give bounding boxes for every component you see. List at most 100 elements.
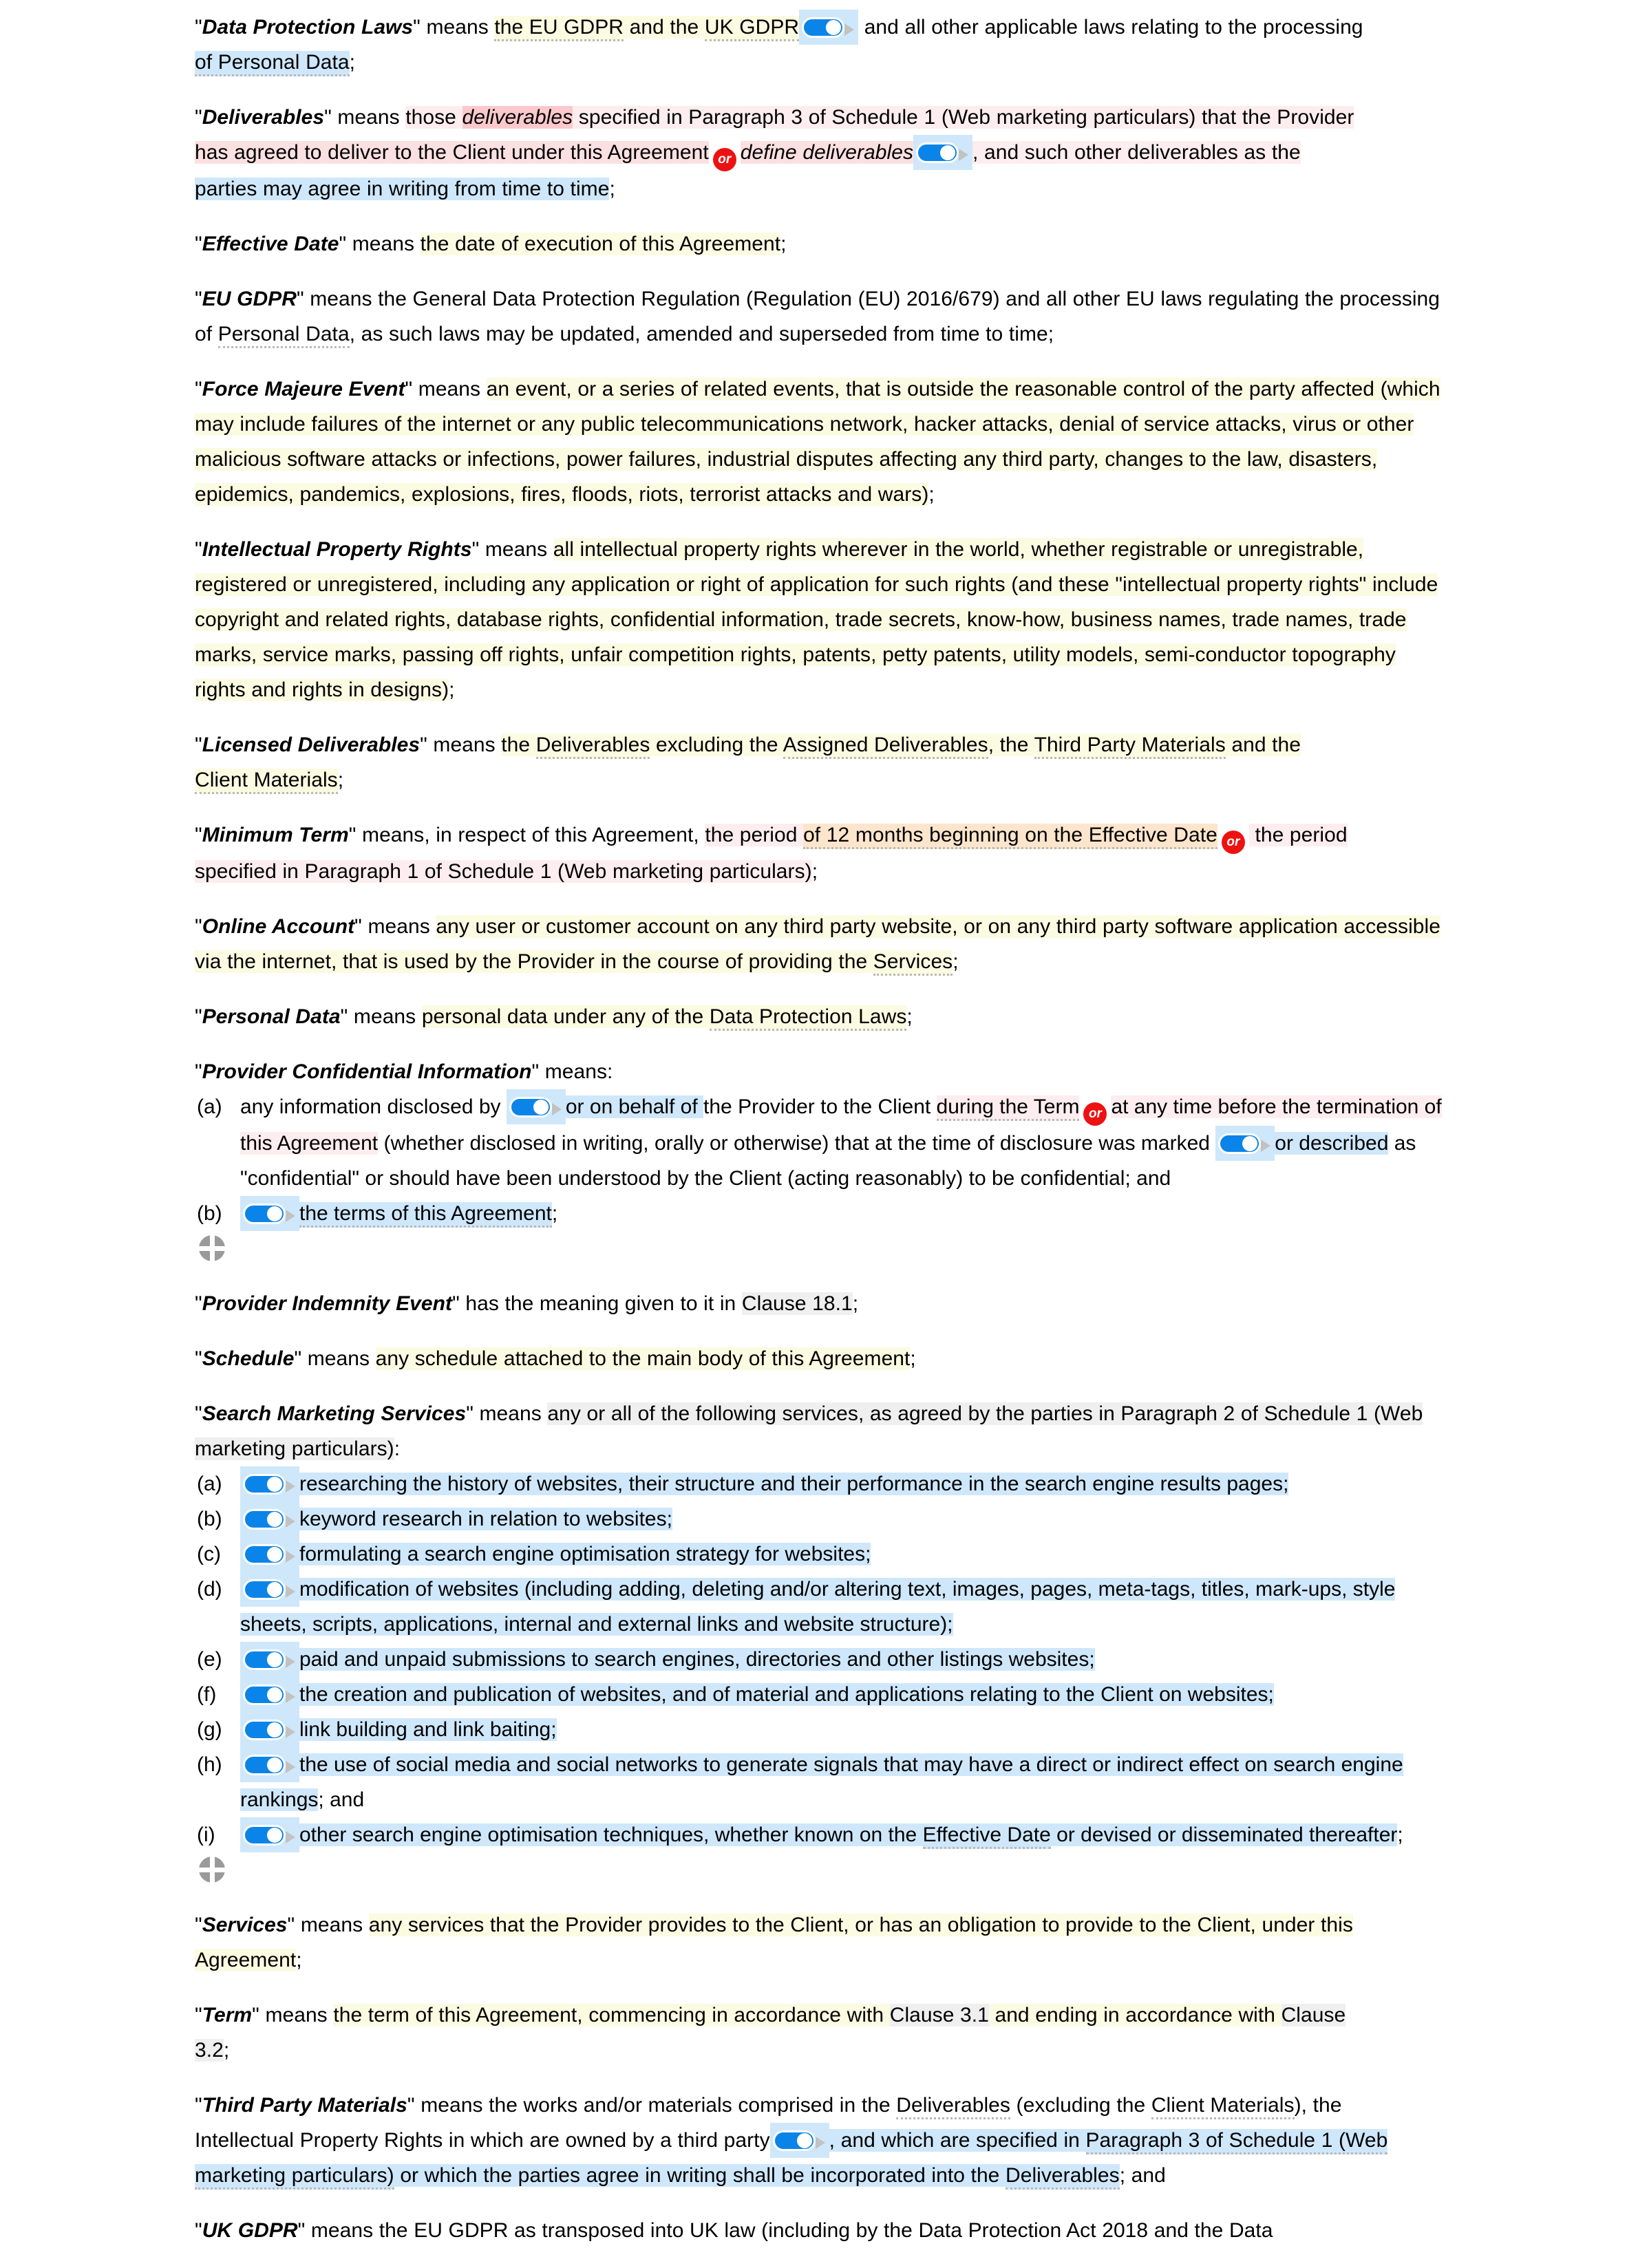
definition-text: ; (910, 1347, 916, 1370)
highlight-term-body: the term of this Agreement, commencing i… (333, 2004, 890, 2026)
toggle-switch-icon[interactable] (243, 1720, 295, 1740)
or-badge-icon[interactable]: or (712, 148, 736, 171)
highlight-paragraph-1: specified in Paragraph 1 of Schedule 1 (… (195, 860, 812, 883)
definition-text: ; (906, 1005, 913, 1028)
list-item: (b) keyword research in relation to webs… (195, 1501, 1445, 1537)
defined-term: Intellectual Property Rights (202, 538, 472, 561)
ref-deliverables-2: Deliverables (1006, 2164, 1120, 2190)
highlight-eu-gdpr: the EU GDPR (494, 16, 624, 41)
ref-clause-18-1: Clause 18.1 (741, 1292, 853, 1315)
toggle-sms-a[interactable] (240, 1466, 299, 1501)
toggle-switch-icon[interactable] (243, 1579, 295, 1600)
toggle-described[interactable] (1215, 1126, 1275, 1161)
toggle-sms-i[interactable] (240, 1817, 299, 1852)
list-item: (g) link building and link baiting; (195, 1712, 1445, 1747)
definition-text: ; (296, 1949, 302, 1971)
toggle-switch-icon[interactable] (243, 1825, 295, 1846)
definition-third-party-materials: "Third Party Materials" means the works … (195, 2088, 1445, 2193)
ref-deliverables: Deliverables (535, 734, 650, 759)
definition-text: and all other applicable laws relating t… (858, 16, 1363, 39)
list-item-body: the use of social media and social netwo… (240, 1747, 1445, 1817)
definition-text: ), the (1294, 2094, 1342, 2117)
toggle-switch-icon[interactable] (802, 17, 855, 38)
move-crosshair-icon[interactable] (199, 1235, 225, 1261)
toggle-sms-f[interactable] (240, 1677, 299, 1712)
definition-data-protection-laws: "Data Protection Laws" means the EU GDPR… (195, 10, 1445, 80)
definition-provider-confidential-information: "Provider Confidential Information" mean… (195, 1060, 613, 1083)
highlight-during-the-term: during the Term (936, 1095, 1080, 1121)
toggle-disclosed-by[interactable] (506, 1089, 566, 1124)
document-page: "Data Protection Laws" means the EU GDPR… (0, 0, 1638, 2248)
highlight-personal-data-body: personal data under any of the (421, 1005, 710, 1028)
defined-term: Search Marketing Services (202, 1402, 467, 1425)
toggle-sms-h[interactable] (240, 1747, 299, 1782)
highlight-uk-gdpr: UK GDPR (704, 16, 800, 41)
definition-text: and the (1225, 734, 1301, 756)
toggle-sms-e[interactable] (240, 1642, 299, 1677)
definition-text: ; (609, 178, 615, 200)
highlight-define-deliverables: define deliverables (740, 141, 914, 164)
ref-third-party-materials: Third Party Materials (1034, 734, 1226, 759)
definition-text: : (394, 1437, 401, 1460)
toggle-switch-icon[interactable] (243, 1755, 295, 1775)
defined-term: Services (202, 1914, 288, 1936)
definition-text: , and which are specified in (829, 2129, 1086, 2152)
definition-text: Intellectual Property Rights in which ar… (195, 2129, 770, 2152)
or-badge-icon[interactable]: or (1083, 1102, 1107, 1126)
highlight-services-body: any services that the Provider provides … (195, 1914, 1353, 1971)
toggle-dpl[interactable] (799, 10, 859, 45)
definition-text: " means (324, 106, 406, 129)
defined-term: Licensed Deliverables (202, 734, 421, 756)
defined-term: Deliverables (202, 106, 325, 129)
definition-uk-gdpr: "UK GDPR" means the EU GDPR as transpose… (195, 2219, 1273, 2242)
list-item-text: formulating a search engine optimisation… (299, 1543, 871, 1565)
list-item: (b) the terms of this Agreement; (195, 1196, 1445, 1231)
list-item-text: or devised or disseminated thereafter (1050, 1823, 1398, 1846)
ref-effective-date: Effective Date (922, 1823, 1051, 1849)
definition-text: " means (405, 378, 487, 400)
definition-text: the period (1248, 824, 1348, 846)
definition-provider-indemnity-event: "Provider Indemnity Event" has the meani… (195, 1292, 859, 1315)
search-marketing-list: (a) researching the history of websites,… (195, 1466, 1445, 1852)
or-badge-icon[interactable]: or (1221, 831, 1245, 854)
definition-text: ; (780, 233, 787, 255)
definition-text: ; (551, 1202, 558, 1225)
toggle-switch-icon[interactable] (243, 1649, 295, 1670)
move-crosshair-icon[interactable] (199, 1857, 225, 1883)
toggle-sms-d[interactable] (240, 1572, 299, 1607)
toggle-sms-b[interactable] (240, 1501, 299, 1537)
toggle-third-party[interactable] (769, 2123, 829, 2158)
toggle-switch-icon[interactable] (243, 1509, 295, 1530)
toggle-switch-icon[interactable] (243, 1684, 295, 1705)
definition-text: " means (340, 1005, 422, 1028)
ref-personal-data: Personal Data (217, 323, 350, 348)
ref-client-materials: Client Materials (195, 769, 338, 794)
toggle-deliverables[interactable] (913, 135, 973, 170)
list-item: (e) paid and unpaid submissions to searc… (195, 1642, 1445, 1677)
toggle-switch-icon[interactable] (772, 2130, 825, 2151)
definition-effective-date: "Effective Date" means the date of execu… (195, 233, 787, 255)
highlight-sms-body: any or all of the following services, as… (547, 1402, 1121, 1425)
definition-text: the period (705, 824, 804, 846)
toggle-switch-icon[interactable] (1218, 1133, 1271, 1154)
toggle-switch-icon[interactable] (243, 1474, 295, 1495)
toggle-switch-icon[interactable] (243, 1544, 295, 1565)
toggle-switch-icon[interactable] (916, 142, 969, 163)
toggle-terms-of-agreement[interactable] (240, 1196, 299, 1231)
list-item: (a) any information disclosed by or on b… (195, 1089, 1445, 1196)
toggle-switch-icon[interactable] (243, 1203, 295, 1224)
list-item: (i) other search engine optimisation tec… (195, 1817, 1445, 1852)
defined-term: Force Majeure Event (202, 378, 405, 400)
ref-client-materials: Client Materials (1151, 2094, 1295, 2119)
definition-text: (whether disclosed in writing, orally or… (378, 1132, 1216, 1155)
definition-text: " means the General Data Protection Regu… (296, 288, 1334, 310)
toggle-sms-c[interactable] (240, 1537, 299, 1572)
highlight-or-described: or described (1275, 1132, 1389, 1155)
defined-term: Term (202, 2004, 253, 2026)
toggle-sms-g[interactable] (240, 1712, 299, 1747)
list-marker: (c) (197, 1543, 221, 1565)
definition-text: , the (988, 734, 1034, 756)
definition-force-majeure-event: "Force Majeure Event" means an event, or… (195, 378, 1440, 506)
toggle-switch-icon[interactable] (509, 1097, 562, 1117)
defined-term: Third Party Materials (202, 2094, 407, 2117)
